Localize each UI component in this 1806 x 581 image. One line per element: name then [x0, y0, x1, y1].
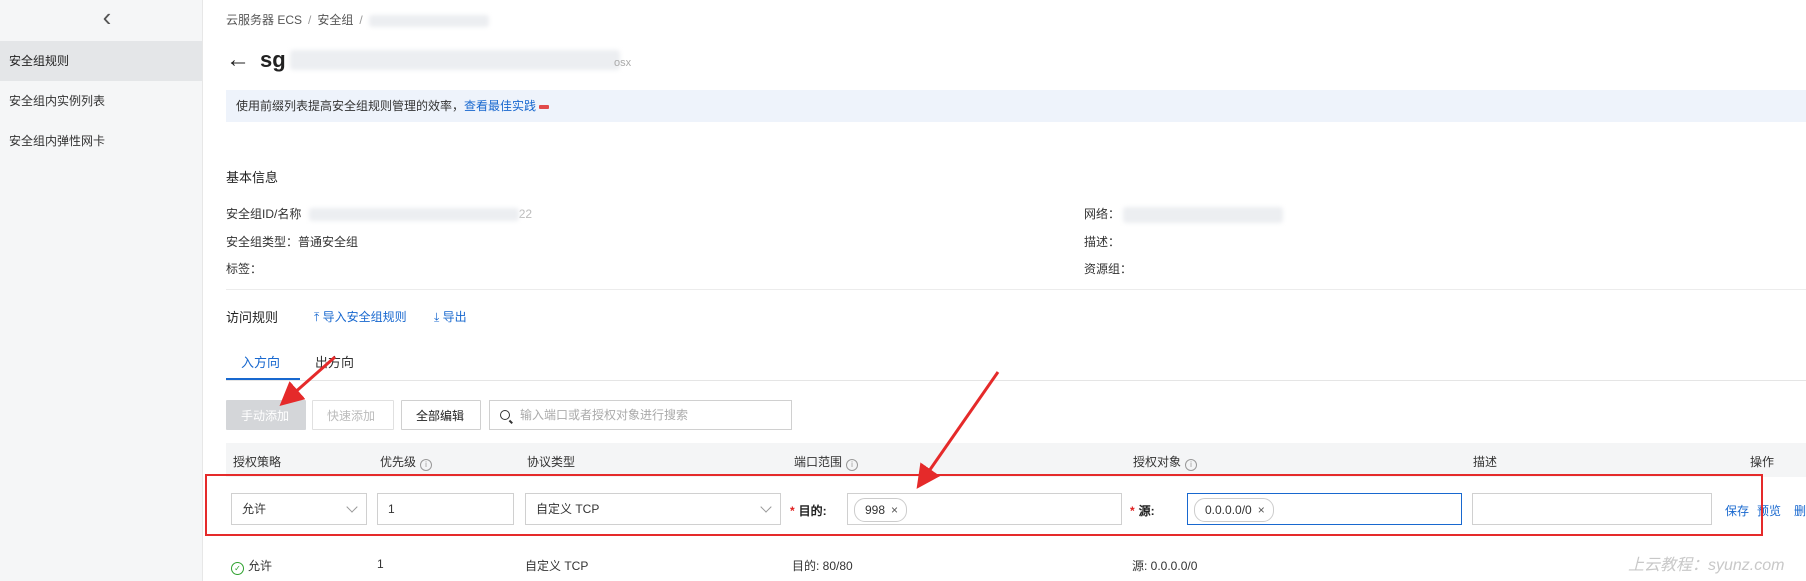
access-rules-title: 访问规则 [226, 310, 279, 325]
table-header: 授权策略 优先级 i 协议类型 端口范围 i 授权对象 i 描述 操作 [226, 443, 1806, 477]
sg-type-value: 普通安全组 [298, 235, 359, 249]
export-label: 导出 [442, 310, 467, 324]
sg-id-suffix: 22 [518, 207, 533, 221]
th-actions: 操作 [1750, 455, 1775, 469]
notice-text: 使用前缀列表提高安全组规则管理的效率， [236, 99, 465, 113]
row2-priority: 1 [377, 557, 384, 571]
breadcrumb: 云服务器 ECS / 安全组 / [226, 11, 489, 28]
sidebar-item-label: 安全组规则 [9, 54, 70, 68]
page-title: sg [260, 47, 286, 72]
th-policy: 授权策略 [233, 455, 282, 469]
row2-port: 目的: 80/80 [792, 559, 853, 573]
search-box[interactable] [489, 400, 792, 430]
check-circle-icon: ✓ [231, 562, 244, 575]
breadcrumb-security-group[interactable]: 安全组 [317, 13, 353, 27]
chevron-left-icon[interactable]: ‹ [96, 4, 118, 30]
description-label: 描述： [1084, 235, 1121, 249]
sg-type: 安全组类型：普通安全组 [226, 233, 358, 250]
download-icon: ⤓ [434, 310, 440, 324]
edit-all-button[interactable]: 全部编辑 [401, 400, 481, 430]
search-input[interactable] [518, 407, 782, 423]
manual-add-button[interactable]: 手动添加 [226, 400, 306, 430]
th-auth-label: 授权对象 [1133, 455, 1182, 469]
highlight-box [205, 474, 1763, 536]
active-tab-indicator [226, 378, 300, 380]
th-description: 描述 [1473, 455, 1498, 469]
tab-outbound[interactable]: 出方向 [315, 352, 354, 371]
redacted-text [368, 14, 489, 27]
import-rules-button[interactable]: ⤒ 导入安全组规则 [314, 308, 407, 325]
basic-info-title: 基本信息 [226, 170, 279, 185]
search-icon [500, 410, 510, 420]
info-icon[interactable]: i [846, 459, 859, 471]
sidebar-item-security-group-rules[interactable]: 安全组规则 [0, 41, 202, 81]
watermark: 上云教程：syunz.com [1628, 557, 1785, 574]
quick-add-button[interactable]: 快速添加 [312, 400, 394, 430]
sg-tags-label: 标签： [226, 262, 263, 276]
sg-network: 网络： [1084, 205, 1284, 223]
sidebar-item-label: 安全组内弹性网卡 [9, 134, 106, 148]
redacted-id [308, 208, 519, 222]
breadcrumb-ecs[interactable]: 云服务器 ECS [226, 13, 302, 27]
redacted-title [289, 50, 620, 70]
sidebar: ‹ 安全组规则 安全组内实例列表 安全组内弹性网卡 [0, 0, 203, 581]
row2-source: 源: 0.0.0.0/0 [1132, 559, 1198, 573]
info-icon[interactable]: i [1185, 459, 1198, 471]
delete-button[interactable]: 删 [1794, 502, 1806, 519]
sg-type-label: 安全组类型： [226, 235, 299, 249]
sidebar-item-eni[interactable]: 安全组内弹性网卡 [0, 121, 202, 161]
row2-policy-value: 允许 [248, 559, 273, 573]
import-rules-label: 导入安全组规则 [322, 310, 407, 324]
th-port-range: 端口范围 i [794, 453, 859, 471]
best-practice-link[interactable]: 查看最佳实践 [464, 99, 536, 113]
upload-icon: ⤒ [314, 310, 320, 324]
export-button[interactable]: ⤓ 导出 [434, 308, 467, 325]
divider [226, 289, 1806, 290]
sidebar-item-instance-list[interactable]: 安全组内实例列表 [0, 81, 202, 121]
tab-inbound[interactable]: 入方向 [241, 352, 280, 371]
sidebar-item-label: 安全组内实例列表 [9, 94, 106, 108]
sg-tags: 标签： [226, 260, 262, 277]
arrow-left-icon[interactable]: ← [226, 48, 250, 72]
th-priority-label: 优先级 [380, 455, 417, 469]
sg-resource-group: 资源组： [1084, 260, 1132, 277]
page-title-suffix: osx [614, 57, 632, 69]
redacted-network [1123, 206, 1284, 223]
notice-banner: 使用前缀列表提高安全组规则管理的效率，查看最佳实践 [226, 90, 1806, 122]
sg-description: 描述： [1084, 233, 1120, 250]
resource-group-label: 资源组： [1084, 262, 1133, 276]
tab-bar-line [226, 380, 1806, 381]
th-auth-object: 授权对象 i [1133, 453, 1198, 471]
th-port-label: 端口范围 [794, 455, 843, 469]
row2-protocol: 自定义 TCP [525, 559, 589, 573]
external-link-icon [539, 104, 550, 109]
th-priority: 优先级 i [380, 453, 433, 471]
th-protocol: 协议类型 [527, 455, 576, 469]
network-label: 网络： [1084, 207, 1121, 221]
page-title-row: ← sg [226, 44, 620, 76]
info-icon[interactable]: i [420, 459, 433, 471]
sg-id-label: 安全组ID/名称 [226, 207, 302, 221]
row2-policy: ✓ 允许 [231, 557, 272, 575]
sg-id-name: 安全组ID/名称 22 [226, 205, 532, 222]
